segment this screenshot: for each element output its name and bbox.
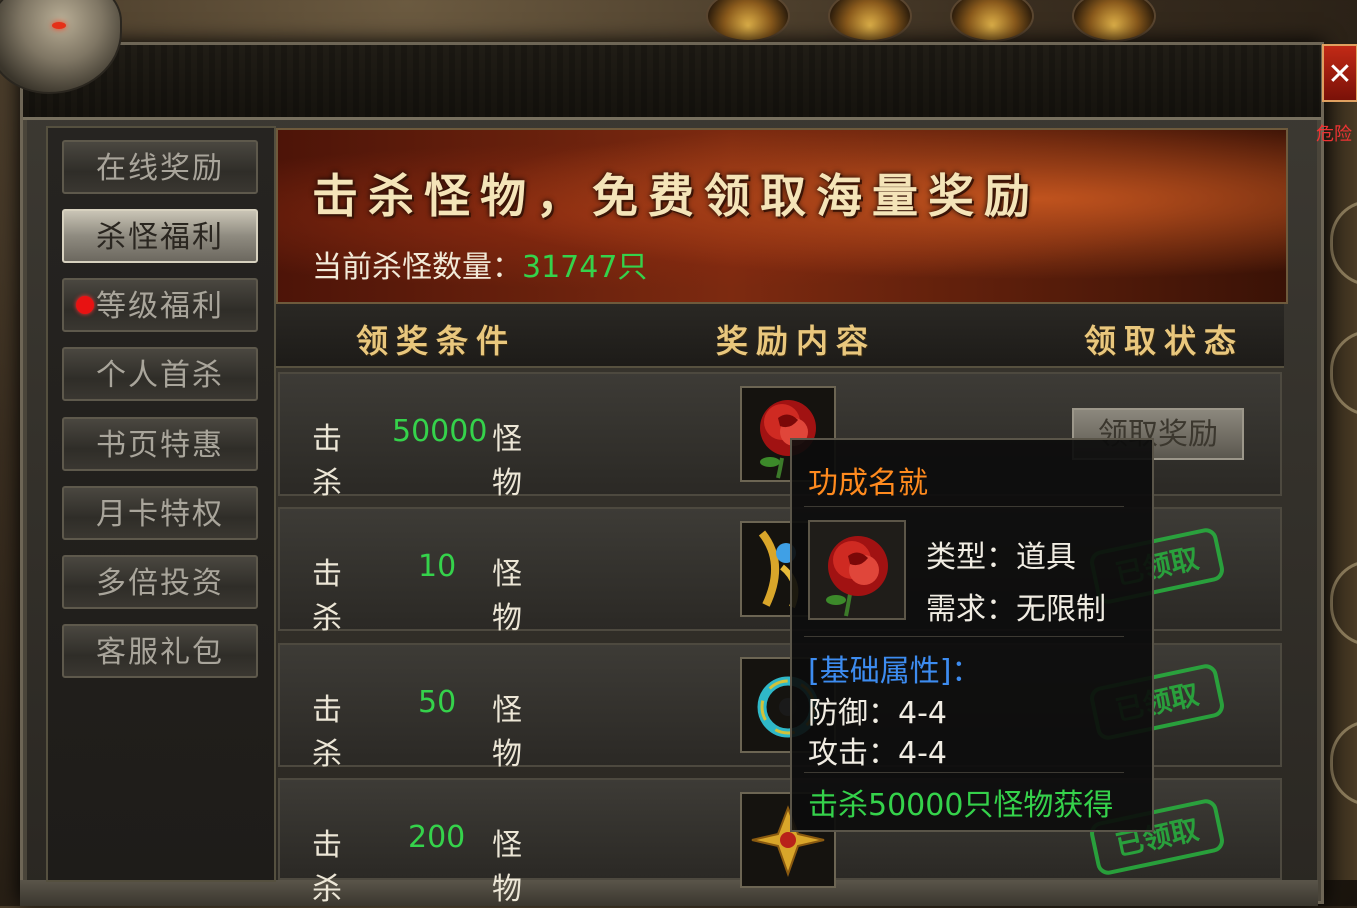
- top-orb-decoration: [1072, 0, 1156, 42]
- tooltip-source: 击杀50000只怪物获得: [808, 788, 1114, 823]
- sidebar-item-kill-welfare[interactable]: 杀怪福利: [62, 209, 258, 263]
- close-button[interactable]: ✕: [1322, 44, 1357, 102]
- sidebar-item-label: 个人首杀: [96, 358, 224, 393]
- sidebar-item-online-reward[interactable]: 在线奖励: [62, 140, 258, 194]
- sidebar-item-label: 月卡特权: [96, 497, 224, 532]
- row-prefix: 击杀: [312, 828, 342, 907]
- reward-table-header: 领奖条件 奖励内容 领取状态: [276, 304, 1284, 368]
- row-count: 50000: [392, 414, 488, 449]
- tooltip-divider: [804, 506, 1124, 507]
- row-suffix: 怪物: [492, 828, 522, 907]
- sidebar-item-label: 杀怪福利: [96, 220, 224, 255]
- tooltip-attr-header: [基础属性]：: [808, 654, 982, 689]
- header-condition: 领奖条件: [356, 322, 517, 360]
- row-prefix: 击杀: [312, 422, 342, 501]
- sidebar-item-monthly-card[interactable]: 月卡特权: [62, 486, 258, 540]
- close-icon: ✕: [1327, 57, 1353, 92]
- row-count: 200: [408, 820, 466, 855]
- row-suffix: 怪物: [492, 693, 522, 772]
- tooltip-item-type: 类型：道具: [926, 540, 1076, 575]
- side-danger-tag: 危险: [1316, 124, 1352, 145]
- top-orb-decoration: [950, 0, 1034, 42]
- row-suffix: 怪物: [492, 557, 522, 636]
- tooltip-item-requirement: 需求：无限制: [926, 592, 1106, 627]
- sidebar-item-multi-investment[interactable]: 多倍投资: [62, 555, 258, 609]
- row-suffix: 怪物: [492, 422, 522, 501]
- row-prefix: 击杀: [312, 557, 342, 636]
- top-orb-decoration: [706, 0, 790, 42]
- row-prefix: 击杀: [312, 693, 342, 772]
- tooltip-attack: 攻击：4-4: [808, 736, 947, 771]
- banner-title: 击杀怪物，免费领取海量奖励: [312, 169, 1040, 223]
- window-title-bar: [23, 45, 1321, 120]
- sidebar-item-first-kill[interactable]: 个人首杀: [62, 347, 258, 401]
- kill-count-value: 31747只: [522, 250, 648, 285]
- sidebar-item-label: 在线奖励: [96, 151, 224, 186]
- kill-count-label: 当前杀怪数量：: [312, 250, 522, 285]
- header-status: 领取状态: [1084, 322, 1245, 360]
- tooltip-defense: 防御：4-4: [808, 696, 947, 731]
- sidebar-item-level-welfare[interactable]: 等级福利: [62, 278, 258, 332]
- sidebar-menu: 在线奖励 杀怪福利 等级福利 个人首杀 书页特惠 月卡特权 多倍投资 客服礼包: [46, 126, 276, 882]
- notification-dot-icon: [76, 296, 94, 314]
- tooltip-item-icon-slot: [808, 520, 906, 620]
- top-orb-decoration: [828, 0, 912, 42]
- row-count: 50: [418, 685, 457, 720]
- tooltip-item-name: 功成名就: [808, 466, 928, 501]
- item-tooltip: 功成名就 类型：道具 需求：无限制 [基础属性]： 防御：4-4 攻击：4-4 …: [790, 438, 1154, 832]
- kill-count: 当前杀怪数量：31747只: [312, 242, 647, 286]
- sidebar-item-book-page-deal[interactable]: 书页特惠: [62, 417, 258, 471]
- sidebar-item-label: 书页特惠: [96, 428, 224, 463]
- window-bottom-border: [20, 880, 1318, 906]
- row-count: 10: [418, 549, 457, 584]
- sidebar-item-service-gift[interactable]: 客服礼包: [62, 624, 258, 678]
- dragon-eye: [52, 22, 66, 29]
- tooltip-divider: [804, 636, 1124, 637]
- tooltip-divider: [804, 772, 1124, 773]
- red-rose-icon: [826, 536, 888, 617]
- sidebar-item-label: 客服礼包: [96, 635, 224, 670]
- sidebar-item-label: 多倍投资: [96, 566, 224, 601]
- kill-reward-banner: 击杀怪物，免费领取海量奖励 当前杀怪数量：31747只: [276, 128, 1288, 304]
- sidebar-item-label: 等级福利: [96, 289, 224, 324]
- header-reward: 奖励内容: [716, 322, 877, 360]
